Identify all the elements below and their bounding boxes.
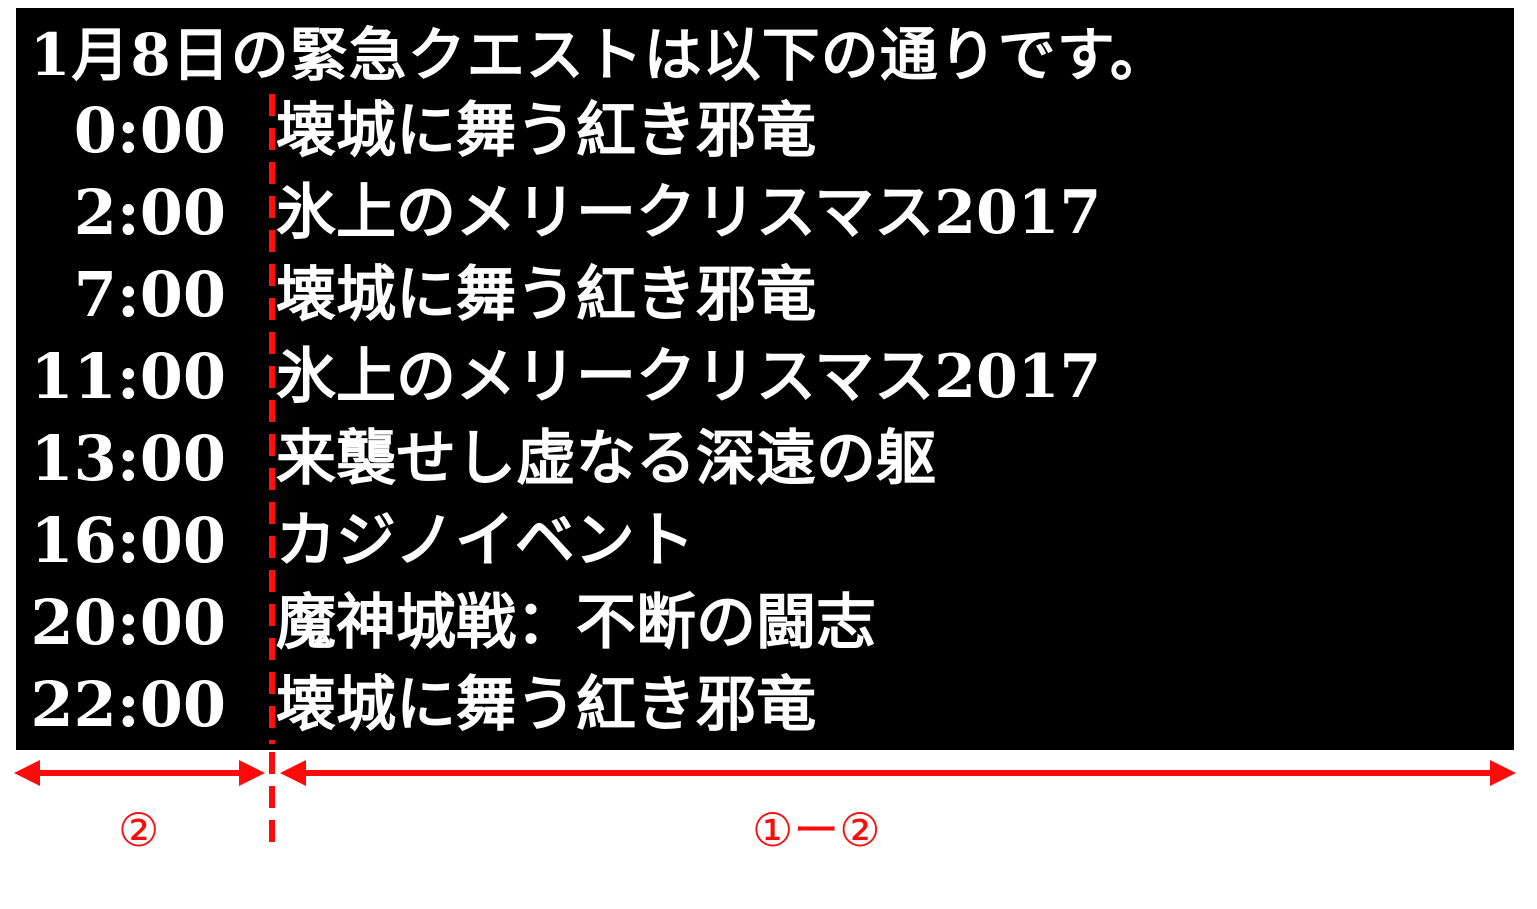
left-arrowhead-start [14,760,40,786]
right-arrowhead-start [280,760,306,786]
width-annotation: ② ①ー② [0,0,1537,909]
left-arrowhead-end [239,760,265,786]
right-arrowhead-end [1490,760,1516,786]
dimension-arrows [14,752,1516,850]
right-width-label: ①ー② [752,803,881,857]
left-width-label: ② [118,803,160,857]
